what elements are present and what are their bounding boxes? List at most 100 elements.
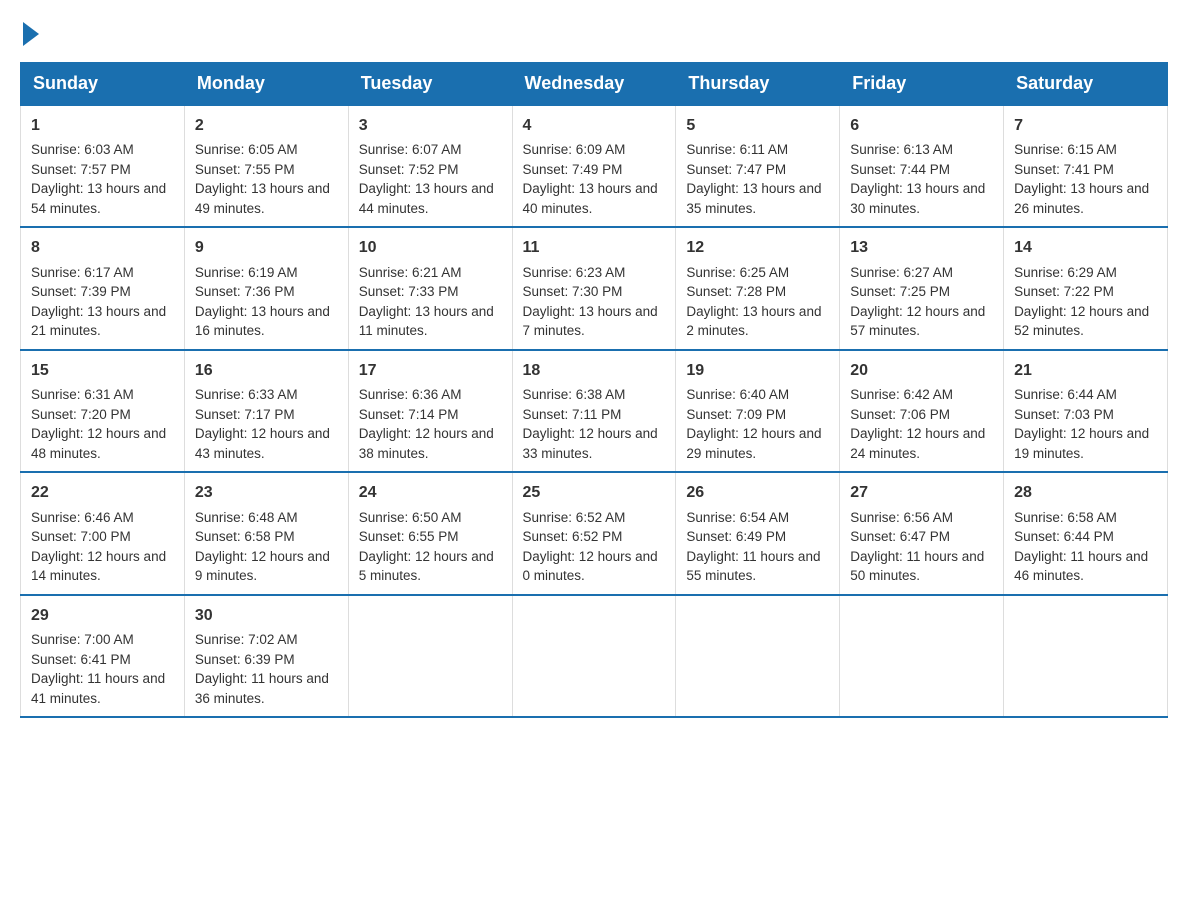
daylight-info: Daylight: 11 hours and 55 minutes.	[686, 547, 829, 586]
sunrise-info: Sunrise: 6:42 AM	[850, 385, 993, 405]
calendar-week-row: 29 Sunrise: 7:00 AMSunset: 6:41 PM Dayligh…	[21, 595, 1168, 717]
daylight-info: Daylight: 13 hours and 30 minutes.	[850, 179, 993, 218]
sunrise-info: Sunrise: 7:00 AM	[31, 630, 174, 650]
sunset-info: Sunset: 6:47 PM	[850, 527, 993, 547]
calendar-cell: 13Sunrise: 6:27 AMSunset: 7:25 PMDayligh…	[840, 227, 1004, 349]
calendar-cell: 5Sunrise: 6:11 AMSunset: 7:47 PMDaylight…	[676, 105, 840, 227]
calendar-cell: 9Sunrise: 6:19 AMSunset: 7:36 PMDaylight…	[184, 227, 348, 349]
calendar-cell: 17Sunrise: 6:36 AMSunset: 7:14 PMDayligh…	[348, 350, 512, 472]
daylight-info: Daylight: 13 hours and 16 minutes.	[195, 302, 338, 341]
sunset-info: Sunset: 6:39 PM	[195, 650, 338, 670]
daylight-info: Daylight: 13 hours and 2 minutes.	[686, 302, 829, 341]
daylight-info: Daylight: 13 hours and 11 minutes.	[359, 302, 502, 341]
daylight-info: Daylight: 13 hours and 44 minutes.	[359, 179, 502, 218]
daylight-info: Daylight: 13 hours and 49 minutes.	[195, 179, 338, 218]
calendar-cell: 18Sunrise: 6:38 AMSunset: 7:11 PMDayligh…	[512, 350, 676, 472]
daylight-info: Daylight: 12 hours and 19 minutes.	[1014, 424, 1157, 463]
sunrise-info: Sunrise: 6:29 AM	[1014, 263, 1157, 283]
sunrise-info: Sunrise: 6:33 AM	[195, 385, 338, 405]
day-number: 9	[195, 236, 338, 259]
sunset-info: Sunset: 7:39 PM	[31, 282, 174, 302]
day-number: 20	[850, 359, 993, 382]
sunrise-info: Sunrise: 6:56 AM	[850, 508, 993, 528]
sunrise-info: Sunrise: 6:36 AM	[359, 385, 502, 405]
daylight-info: Daylight: 11 hours and 50 minutes.	[850, 547, 993, 586]
daylight-info: Daylight: 13 hours and 7 minutes.	[523, 302, 666, 341]
calendar-cell: 20Sunrise: 6:42 AMSunset: 7:06 PMDayligh…	[840, 350, 1004, 472]
calendar-cell: 2Sunrise: 6:05 AMSunset: 7:55 PMDaylight…	[184, 105, 348, 227]
calendar-cell: 28Sunrise: 6:58 AMSunset: 6:44 PMDayligh…	[1004, 472, 1168, 594]
day-number: 16	[195, 359, 338, 382]
column-header-monday: Monday	[184, 63, 348, 106]
sunset-info: Sunset: 6:52 PM	[523, 527, 666, 547]
sunset-info: Sunset: 7:28 PM	[686, 282, 829, 302]
day-number: 17	[359, 359, 502, 382]
sunrise-info: Sunrise: 6:31 AM	[31, 385, 174, 405]
sunset-info: Sunset: 7:20 PM	[31, 405, 174, 425]
calendar-cell: 15Sunrise: 6:31 AMSunset: 7:20 PMDayligh…	[21, 350, 185, 472]
sunrise-info: Sunrise: 6:44 AM	[1014, 385, 1157, 405]
sunrise-info: Sunrise: 6:03 AM	[31, 140, 174, 160]
calendar-cell: 6Sunrise: 6:13 AMSunset: 7:44 PMDaylight…	[840, 105, 1004, 227]
column-header-wednesday: Wednesday	[512, 63, 676, 106]
page-header	[20, 20, 1168, 42]
sunset-info: Sunset: 7:49 PM	[523, 160, 666, 180]
day-number: 7	[1014, 114, 1157, 137]
sunrise-info: Sunrise: 6:07 AM	[359, 140, 502, 160]
sunset-info: Sunset: 6:58 PM	[195, 527, 338, 547]
calendar-cell: 30Sunrise: 7:02 AMSunset: 6:39 PMDayligh…	[184, 595, 348, 717]
sunset-info: Sunset: 7:09 PM	[686, 405, 829, 425]
sunset-info: Sunset: 6:41 PM	[31, 650, 174, 670]
daylight-info: Daylight: 12 hours and 14 minutes.	[31, 547, 174, 586]
day-number: 5	[686, 114, 829, 137]
calendar-cell: 1Sunrise: 6:03 AMSunset: 7:57 PMDaylight…	[21, 105, 185, 227]
sunrise-info: Sunrise: 6:52 AM	[523, 508, 666, 528]
day-number: 12	[686, 236, 829, 259]
sunset-info: Sunset: 7:03 PM	[1014, 405, 1157, 425]
calendar-week-row: 1Sunrise: 6:03 AMSunset: 7:57 PMDaylight…	[21, 105, 1168, 227]
sunrise-info: Sunrise: 6:15 AM	[1014, 140, 1157, 160]
day-number: 4	[523, 114, 666, 137]
day-number: 1	[31, 114, 174, 137]
sunrise-info: Sunrise: 6:19 AM	[195, 263, 338, 283]
daylight-info: Daylight: 13 hours and 21 minutes.	[31, 302, 174, 341]
sunset-info: Sunset: 7:22 PM	[1014, 282, 1157, 302]
calendar-cell: 25Sunrise: 6:52 AMSunset: 6:52 PMDayligh…	[512, 472, 676, 594]
day-number: 27	[850, 481, 993, 504]
calendar-cell	[1004, 595, 1168, 717]
calendar-cell: 26Sunrise: 6:54 AMSunset: 6:49 PMDayligh…	[676, 472, 840, 594]
daylight-info: Daylight: 12 hours and 43 minutes.	[195, 424, 338, 463]
sunrise-info: Sunrise: 6:17 AM	[31, 263, 174, 283]
daylight-info: Daylight: 11 hours and 36 minutes.	[195, 669, 338, 708]
calendar-header-row: SundayMondayTuesdayWednesdayThursdayFrid…	[21, 63, 1168, 106]
sunset-info: Sunset: 7:00 PM	[31, 527, 174, 547]
calendar-cell: 14Sunrise: 6:29 AMSunset: 7:22 PMDayligh…	[1004, 227, 1168, 349]
daylight-info: Daylight: 12 hours and 52 minutes.	[1014, 302, 1157, 341]
day-number: 29	[31, 604, 174, 627]
daylight-info: Daylight: 12 hours and 48 minutes.	[31, 424, 174, 463]
calendar-cell: 12Sunrise: 6:25 AMSunset: 7:28 PMDayligh…	[676, 227, 840, 349]
day-number: 24	[359, 481, 502, 504]
sunrise-info: Sunrise: 6:50 AM	[359, 508, 502, 528]
sunset-info: Sunset: 6:55 PM	[359, 527, 502, 547]
calendar-week-row: 8Sunrise: 6:17 AMSunset: 7:39 PMDaylight…	[21, 227, 1168, 349]
sunrise-info: Sunrise: 6:40 AM	[686, 385, 829, 405]
daylight-info: Daylight: 13 hours and 40 minutes.	[523, 179, 666, 218]
sunrise-info: Sunrise: 6:23 AM	[523, 263, 666, 283]
sunrise-info: Sunrise: 6:27 AM	[850, 263, 993, 283]
calendar-week-row: 15Sunrise: 6:31 AMSunset: 7:20 PMDayligh…	[21, 350, 1168, 472]
calendar-cell: 22Sunrise: 6:46 AMSunset: 7:00 PMDayligh…	[21, 472, 185, 594]
daylight-info: Daylight: 11 hours and 46 minutes.	[1014, 547, 1157, 586]
sunset-info: Sunset: 7:47 PM	[686, 160, 829, 180]
sunset-info: Sunset: 6:49 PM	[686, 527, 829, 547]
day-number: 18	[523, 359, 666, 382]
sunset-info: Sunset: 7:11 PM	[523, 405, 666, 425]
sunset-info: Sunset: 7:06 PM	[850, 405, 993, 425]
calendar-cell: 7Sunrise: 6:15 AMSunset: 7:41 PMDaylight…	[1004, 105, 1168, 227]
day-number: 11	[523, 236, 666, 259]
calendar-cell: 19Sunrise: 6:40 AMSunset: 7:09 PMDayligh…	[676, 350, 840, 472]
sunset-info: Sunset: 7:17 PM	[195, 405, 338, 425]
sunset-info: Sunset: 7:44 PM	[850, 160, 993, 180]
calendar-cell	[348, 595, 512, 717]
day-number: 10	[359, 236, 502, 259]
